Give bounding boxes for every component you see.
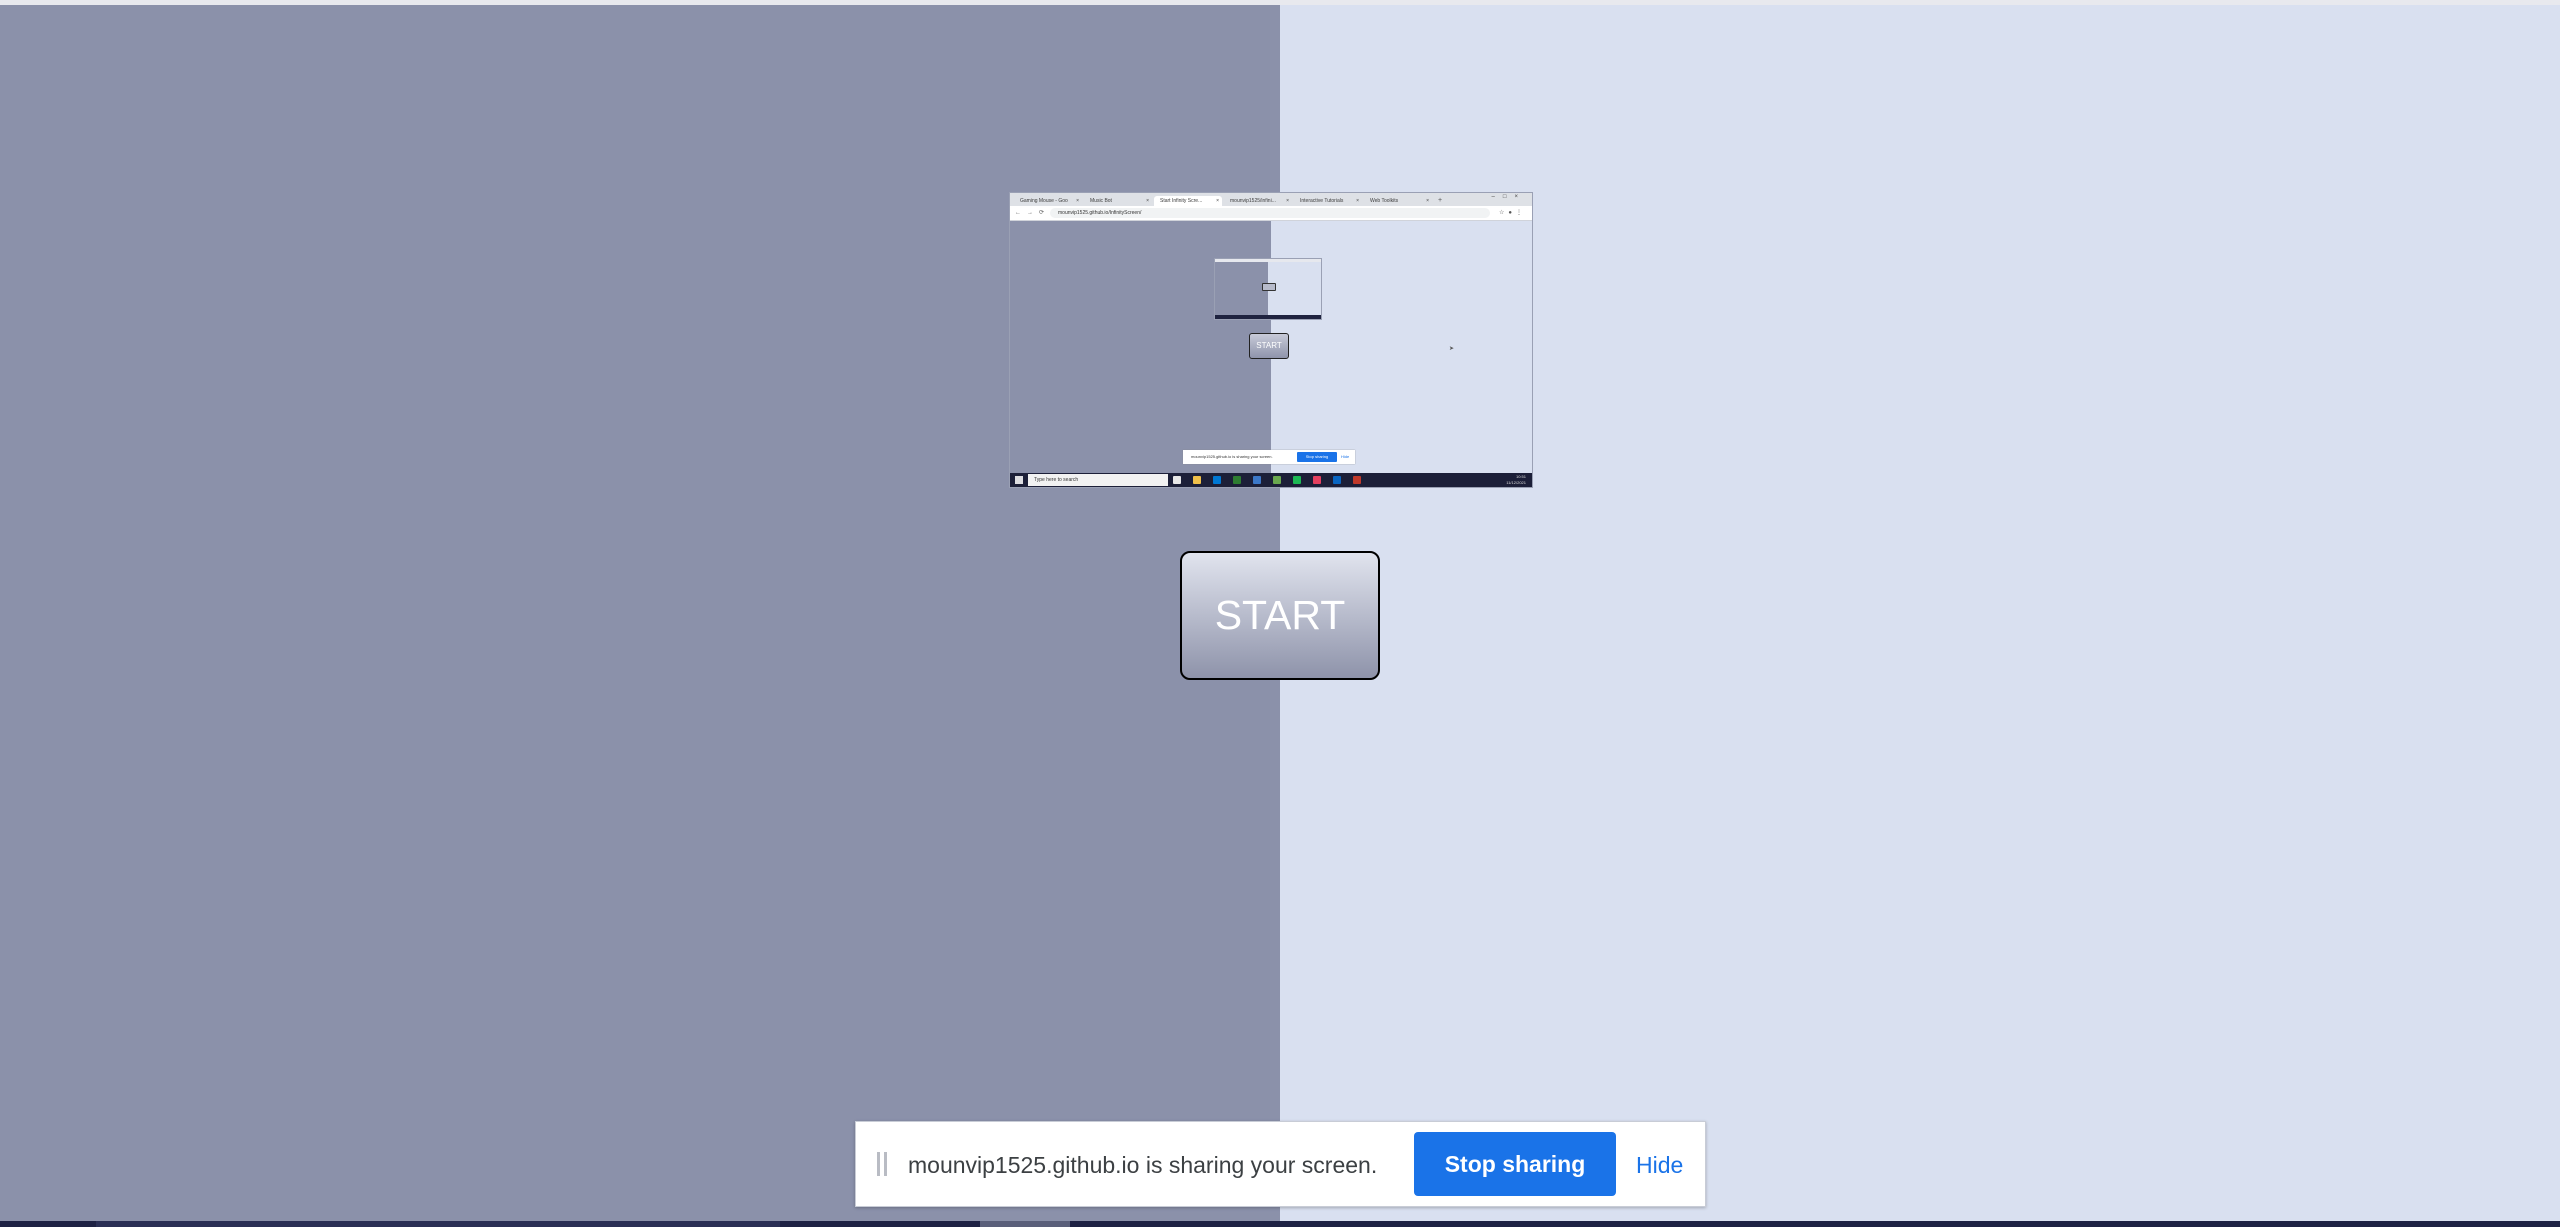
bottom-taskbar-strip (0, 1221, 2560, 1227)
preview-start-button: START (1249, 333, 1289, 359)
preview-tab-strip: Gaming Mouse - Goo × Music Bot × Start Inf… (1010, 193, 1532, 206)
hide-button[interactable]: Hide (1636, 1122, 1683, 1208)
preview-tab: Gaming Mouse - Goo × (1020, 198, 1079, 204)
preview-tab: Music Bot × (1090, 198, 1149, 204)
preview-new-tab-icon: + (1438, 197, 1443, 204)
preview-hide: Hide (1341, 454, 1350, 459)
preview-taskbar: Type here to search 10:51 11/12/2021 (1010, 473, 1532, 487)
screen-sharing-bar: mounvip1525.github.io is sharing your sc… (855, 1121, 1706, 1207)
preview-url: mounvip1525.github.io/InfinityScreen/ (1050, 208, 1490, 218)
preview-taskbar-search: Type here to search (1028, 474, 1168, 486)
preview-taskbar-app-icon (1333, 476, 1341, 484)
left-half-panel (0, 5, 1280, 1227)
stop-sharing-button[interactable]: Stop sharing (1414, 1132, 1616, 1196)
screen-capture-preview: Gaming Mouse - Goo × Music Bot × Start Inf… (1010, 193, 1532, 487)
sharing-message: mounvip1525.github.io is sharing your sc… (908, 1152, 1378, 1178)
preview-share-bar: mounvip1525.github.io is sharing your sc… (1183, 450, 1355, 464)
start-button[interactable]: START (1180, 551, 1380, 680)
preview-tab: Web Toolkits × (1370, 198, 1429, 204)
preview-taskbar-app-icon (1253, 476, 1261, 484)
preview-tab: mounvip1525/infini... × (1230, 198, 1289, 204)
preview-taskbar-app-icon (1213, 476, 1221, 484)
page: Gaming Mouse - Goo × Music Bot × Start Inf… (0, 0, 2560, 1227)
right-half-panel (1280, 5, 2560, 1227)
preview-taskbar-app-icon (1293, 476, 1301, 484)
preview-taskbar-apps (1173, 476, 1373, 484)
preview-taskbar-app-icon (1233, 476, 1241, 484)
preview-address-bar: ←→⟳ mounvip1525.github.io/InfinityScreen… (1010, 206, 1532, 221)
preview-taskbar-app-icon (1353, 476, 1361, 484)
drag-handle-icon[interactable] (877, 1152, 887, 1176)
preview-taskbar-app-icon (1173, 476, 1181, 484)
preview-window-controls-icon: –□× (1491, 194, 1526, 200)
preview-stop-sharing: Stop sharing (1297, 452, 1337, 462)
preview-nested-capture (1215, 259, 1321, 319)
preview-cursor-icon: ➤ (1449, 346, 1455, 352)
preview-system-tray: 10:51 11/12/2021 (1506, 474, 1526, 485)
preview-windows-icon (1015, 476, 1023, 484)
preview-tab-active: Start Infinity Scre... × (1154, 196, 1222, 206)
preview-taskbar-app-icon (1313, 476, 1321, 484)
preview-nav-icons: ←→⟳ (1015, 210, 1051, 216)
preview-tab: Interactive Tutorials × (1300, 198, 1359, 204)
preview-extension-icons: ☆●⋮ (1498, 210, 1526, 216)
preview-taskbar-app-icon (1193, 476, 1201, 484)
preview-taskbar-app-icon (1273, 476, 1281, 484)
